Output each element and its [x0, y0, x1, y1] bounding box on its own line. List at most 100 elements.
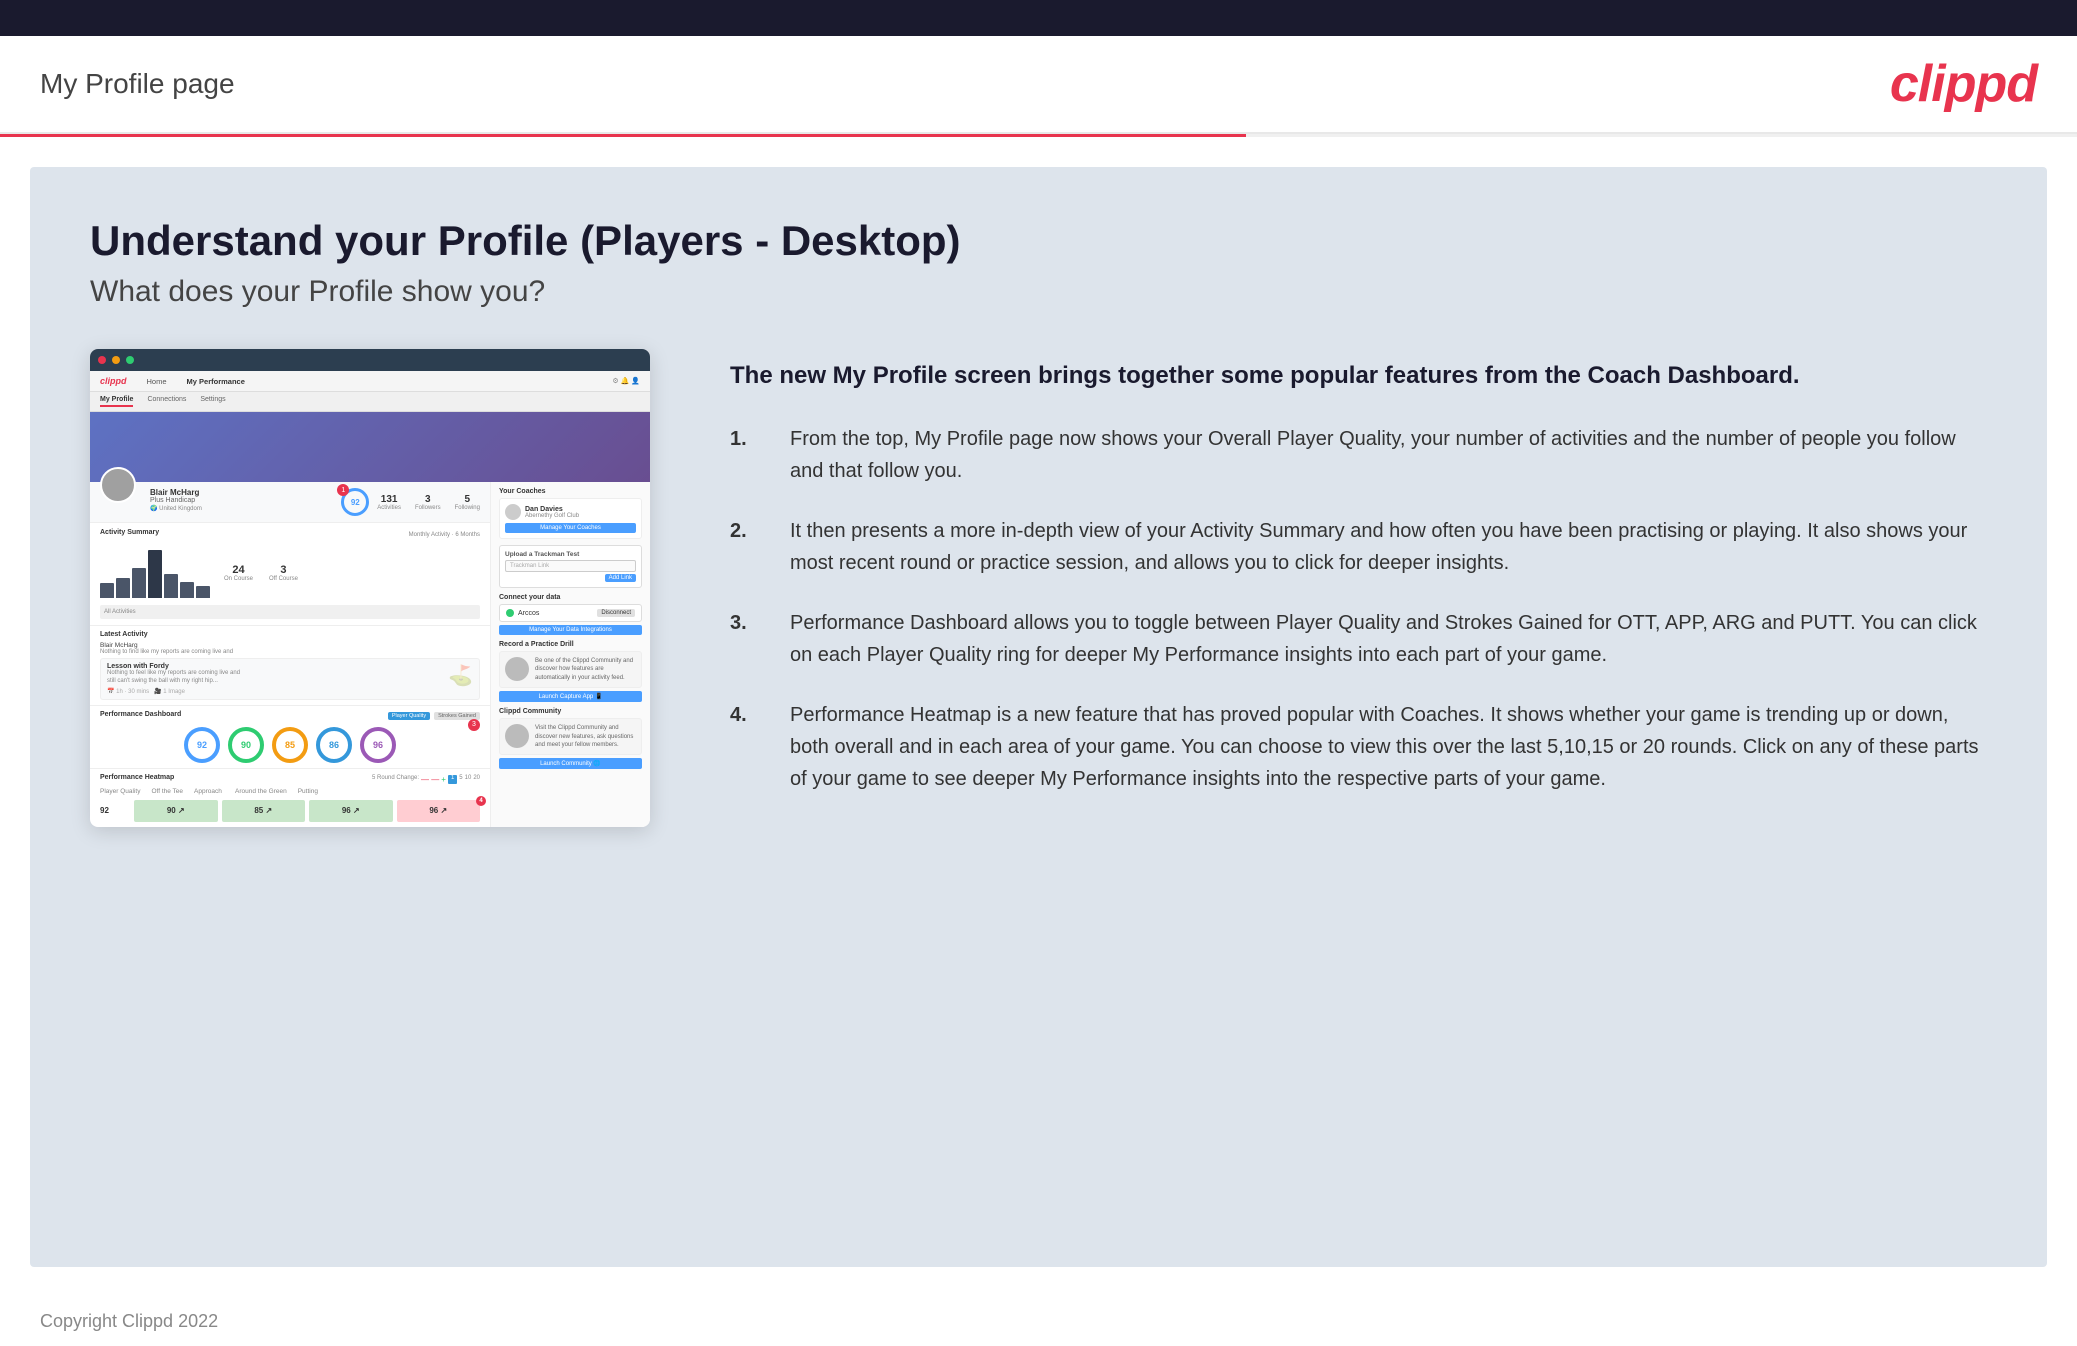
app-mockup: clippd Home My Performance ⚙ 🔔 👤 My Prof…: [90, 349, 650, 827]
mock-heatmap-rounds: 1: [448, 775, 457, 784]
mock-manage-coaches-btn[interactable]: Manage Your Coaches: [505, 523, 636, 533]
mock-heat-green: 96 ↗: [309, 800, 393, 822]
mock-heat-putting: 96 ↗ 4: [397, 800, 481, 822]
mock-heatmap-indicator: — —: [421, 775, 439, 784]
mock-heat-tee: 90 ↗: [134, 800, 218, 822]
mock-activities-label: Activities: [377, 505, 401, 511]
two-column-layout: clippd Home My Performance ⚙ 🔔 👤 My Prof…: [90, 349, 1987, 827]
mock-close-dot: [98, 356, 106, 364]
mock-arccos-info: Arccos: [506, 609, 539, 617]
list-item-1: From the top, My Profile page now shows …: [730, 423, 1987, 487]
mock-main-layout: Blair McHarg Plus Handicap 🌍 United King…: [90, 482, 650, 827]
mock-profile-bg: [90, 412, 650, 482]
mock-stat-followers: 3 Followers: [415, 494, 441, 511]
mock-bar-1: [100, 583, 114, 598]
header: My Profile page clippd: [0, 36, 2077, 134]
mock-heatmap-indicator2: +: [441, 775, 446, 784]
mock-activity-period: Monthly Activity · 6 Months: [409, 532, 480, 538]
text-column: The new My Profile screen brings togethe…: [730, 349, 1987, 823]
mock-followers-val: 3: [415, 494, 441, 505]
mock-activities-val: 131: [377, 494, 401, 505]
mock-connect-section: Connect your data Arccos Disconnect Mana…: [499, 594, 642, 635]
mock-launch-community-btn[interactable]: Launch Community 🌐: [499, 758, 642, 769]
mock-lesson-title: Lesson with Fordy: [107, 663, 247, 670]
mock-activity-header: Activity Summary Monthly Activity · 6 Mo…: [100, 529, 480, 540]
mock-latest-title: Latest Activity: [100, 631, 480, 638]
mock-trackman-add: Add Link: [505, 574, 636, 582]
mock-heatmap-change: 5 Round Change:: [372, 775, 419, 784]
mock-pd-title: Performance Dashboard: [100, 711, 181, 718]
feature-list: From the top, My Profile page now shows …: [730, 423, 1987, 795]
mock-counts-inline: 24 On Course 3 Off Course: [224, 544, 298, 602]
mock-latest-subtitle: Nothing to find like my reports are comi…: [100, 649, 480, 655]
mock-following-val: 5: [455, 494, 480, 505]
mock-drill-card: Be one of the Clippd Community and disco…: [499, 651, 642, 688]
main-content: Understand your Profile (Players - Deskt…: [30, 167, 2047, 1267]
mock-connect-title: Connect your data: [499, 594, 642, 601]
mock-heatmap-badge: 4: [476, 796, 486, 806]
mock-right-panel: Your Coaches Dan Davies Abernethy Golf C…: [490, 482, 650, 827]
mock-bar-2: [116, 578, 130, 598]
mock-activity-title: Activity Summary: [100, 529, 159, 536]
mock-player-name: Blair McHarg: [150, 488, 202, 497]
mock-coaches-section: Your Coaches Dan Davies Abernethy Golf C…: [499, 488, 642, 539]
mock-avatar: [100, 467, 136, 503]
mock-subnav-settings: Settings: [200, 396, 225, 407]
mock-drill-desc: Be one of the Clippd Community and disco…: [535, 657, 636, 682]
mock-nav: clippd Home My Performance ⚙ 🔔 👤: [90, 371, 650, 392]
mock-lesson-meta: 📅 1h · 30 mins 🎥 1 Image: [107, 688, 247, 695]
mock-bar-6: [180, 582, 194, 598]
mock-label-quality: Player Quality: [100, 788, 140, 795]
mock-ring-putting: 96: [360, 727, 396, 763]
mock-heatmap-r10: 10: [465, 775, 472, 784]
mock-arccos-row: Arccos Disconnect: [499, 604, 642, 622]
mock-off-course-label: Off Course: [269, 576, 298, 582]
mock-disconnect-btn[interactable]: Disconnect: [597, 609, 635, 617]
mock-coach-info: Dan Davies Abernethy Golf Club: [505, 504, 636, 520]
mock-left-col: Blair McHarg Plus Handicap 🌍 United King…: [90, 482, 490, 827]
mock-logo: clippd: [100, 376, 127, 386]
mock-label-putting: Putting: [298, 788, 322, 795]
mock-profile-header: [90, 412, 650, 482]
mock-subnav-connections: Connections: [147, 396, 186, 407]
list-item-2-text: It then presents a more in-depth view of…: [790, 515, 1987, 579]
mock-heatmap-r5: 5: [459, 775, 462, 784]
mock-stat-activities: 131 Activities: [377, 494, 401, 511]
copyright-text: Copyright Clippd 2022: [40, 1311, 218, 1331]
mock-nav-myperformance: My Performance: [187, 377, 245, 386]
mock-arccos-dot: [506, 609, 514, 617]
mock-trackman-section: Upload a Trackman Test Trackman Link Add…: [499, 545, 642, 588]
mock-counts-row: 24 On Course 3 Off Course: [100, 544, 480, 602]
mock-nav-home: Home: [147, 377, 167, 386]
content-title: Understand your Profile (Players - Deskt…: [90, 217, 1987, 265]
mock-bar-4: [148, 550, 162, 598]
mock-heat-quality-val: 92: [100, 806, 130, 815]
screenshot-column: clippd Home My Performance ⚙ 🔔 👤 My Prof…: [90, 349, 650, 827]
mock-manage-integrations-btn[interactable]: Manage Your Data Integrations: [499, 625, 642, 635]
mock-heatmap-labels: Player Quality Off the Tee Approach Arou…: [100, 788, 480, 795]
mock-ring-aroundgreen: 86: [316, 727, 352, 763]
mock-subnav-profile: My Profile: [100, 396, 133, 407]
mock-stat-following: 5 Following: [455, 494, 480, 511]
mock-community-title: Clippd Community: [499, 708, 642, 715]
mock-launch-app-btn[interactable]: Launch Capture App 📱: [499, 691, 642, 702]
mock-add-btn[interactable]: Add Link: [605, 574, 636, 582]
mock-subnav: My Profile Connections Settings: [90, 392, 650, 412]
mock-drill-section: Record a Practice Drill Be one of the Cl…: [499, 641, 642, 702]
mock-community-desc: Visit the Clippd Community and discover …: [535, 724, 636, 749]
mock-heatmap-header: Performance Heatmap 5 Round Change: — — …: [100, 774, 480, 785]
mock-location: 🌍 United Kingdom: [150, 505, 202, 512]
mock-pd-header: Performance Dashboard Player Quality Str…: [100, 711, 480, 722]
mock-community-card: Visit the Clippd Community and discover …: [499, 718, 642, 755]
page-title: My Profile page: [40, 68, 235, 100]
list-item-3-text: Performance Dashboard allows you to togg…: [790, 607, 1987, 671]
mock-ring-overall: 92: [184, 727, 220, 763]
mock-trackman-input[interactable]: Trackman Link: [505, 560, 636, 572]
mock-performance-rings: 92 90 85 86 96: [100, 727, 480, 763]
header-divider: [0, 134, 2077, 137]
mock-latest-player: Blair McHarg: [100, 642, 480, 649]
content-subtitle: What does your Profile show you?: [90, 275, 1987, 309]
mock-coach-name: Dan Davies: [525, 506, 579, 513]
mock-activity-section: Activity Summary Monthly Activity · 6 Mo…: [90, 523, 490, 626]
logo: clippd: [1890, 54, 2037, 114]
